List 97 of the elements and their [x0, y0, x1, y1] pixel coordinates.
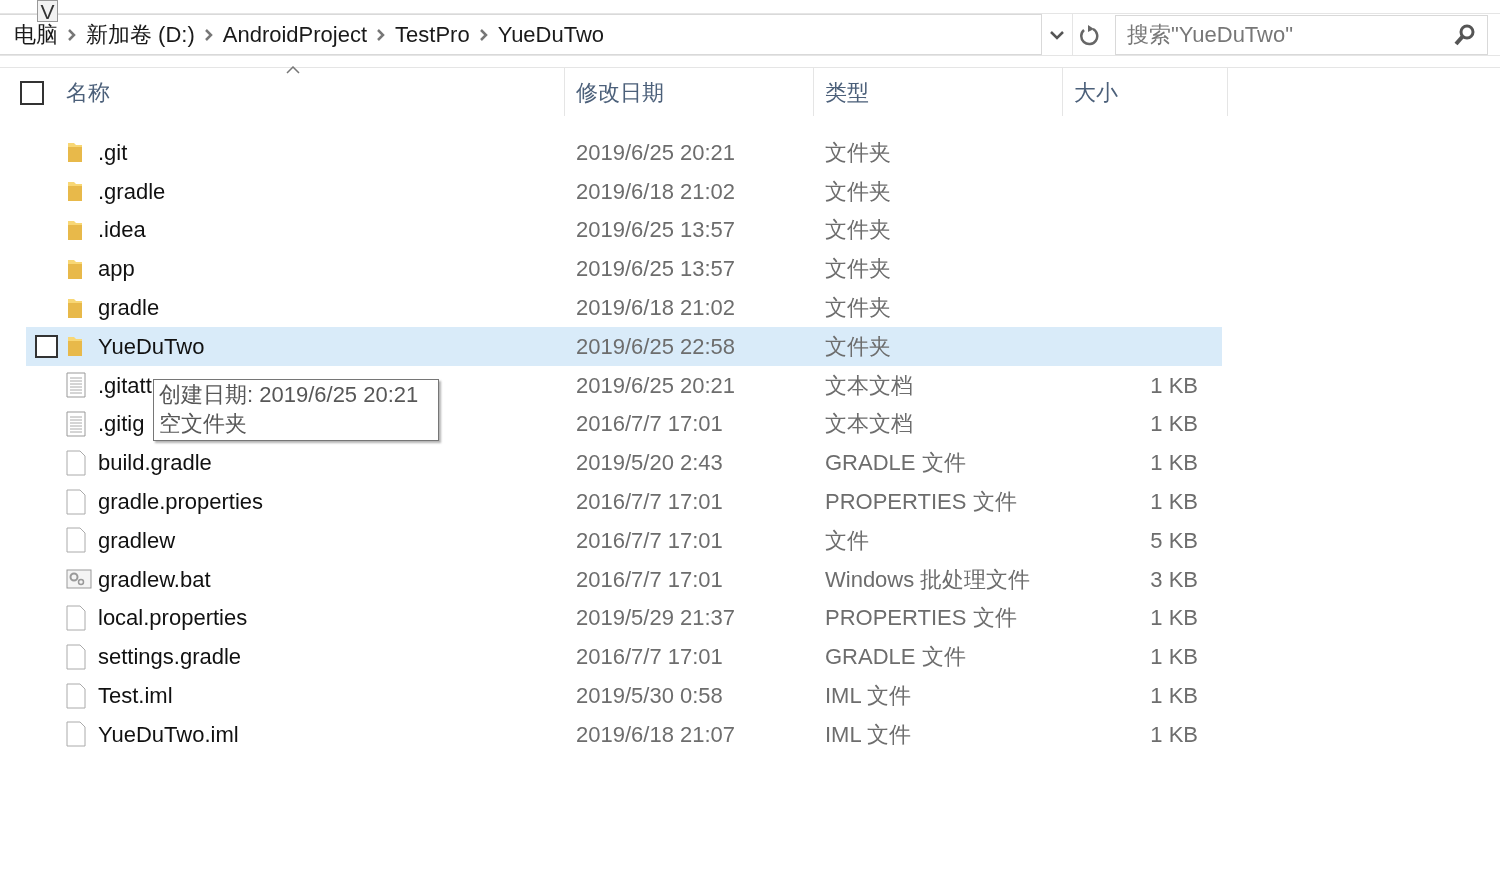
file-name[interactable]: Test.iml — [98, 683, 173, 709]
file-name[interactable]: build.gradle — [98, 450, 212, 476]
file-name[interactable]: .git — [98, 139, 128, 165]
tooltip: 创建日期: 2019/6/25 20:21 空文件夹 — [153, 379, 439, 441]
file-name[interactable]: gradlew — [98, 527, 176, 553]
file-name[interactable]: app — [98, 256, 135, 282]
folder-icon — [66, 257, 84, 280]
selected-row[interactable]: YueDuTwo 2019/6/25 22:58 文件夹 — [26, 327, 1222, 366]
modified-date: 2016/7/7 17:01 — [576, 489, 723, 515]
file-icon — [66, 449, 86, 476]
modified-date: 2019/6/18 21:07 — [576, 721, 736, 747]
file-icon — [66, 721, 86, 748]
file-size: 3 KB — [1150, 566, 1198, 592]
search-field[interactable]: 搜索"YueDuTwo" — [1115, 14, 1488, 55]
modified-date: 2019/5/29 21:37 — [576, 605, 736, 631]
modified-date: 2016/7/7 17:01 — [576, 527, 723, 553]
chevron-right-icon — [377, 28, 386, 41]
breadcrumb-item[interactable]: TestPro — [395, 18, 470, 51]
file-icon — [66, 488, 86, 515]
folder-icon — [66, 141, 84, 164]
column-header[interactable]: 大小 — [1074, 75, 1118, 109]
file-name[interactable]: .gradle — [98, 178, 166, 204]
select-all-checkbox[interactable] — [20, 81, 44, 105]
file-icon — [66, 527, 86, 554]
file-type: GRADLE 文件 — [825, 644, 966, 670]
file-type: IML 文件 — [825, 683, 911, 709]
file-name[interactable]: .idea — [98, 217, 146, 243]
file-icon — [66, 643, 86, 670]
search-input: 搜索"YueDuTwo" — [1127, 18, 1454, 51]
text-document-icon — [66, 372, 86, 399]
modified-date: 2019/5/30 0:58 — [576, 683, 723, 709]
text-document-icon — [66, 410, 86, 437]
file-size: 1 KB — [1150, 644, 1198, 670]
file-type: 文本文档 — [825, 411, 913, 437]
file-type: 文件 — [825, 527, 869, 553]
modified-date: 2019/6/25 13:57 — [576, 217, 736, 243]
file-size: 1 KB — [1150, 411, 1198, 437]
gear-window-icon — [66, 569, 92, 590]
modified-date: 2019/6/25 20:21 — [576, 139, 736, 165]
modified-date: 2016/7/7 17:01 — [576, 644, 723, 670]
refresh-icon — [1078, 23, 1099, 46]
file-type: IML 文件 — [825, 721, 911, 747]
column-header[interactable]: 修改日期 — [576, 75, 664, 109]
file-name[interactable]: gradle — [98, 295, 160, 321]
file-name[interactable]: .gitatt — [98, 372, 152, 398]
file-size: 1 KB — [1150, 605, 1198, 631]
file-type: GRADLE 文件 — [825, 450, 966, 476]
folder-icon — [66, 180, 84, 203]
modified-date: 2019/6/18 21:02 — [576, 295, 736, 321]
file-type: 文本文档 — [825, 372, 913, 398]
breadcrumb-item[interactable]: YueDuTwo — [497, 18, 605, 51]
file-type: 文件夹 — [825, 256, 891, 282]
key-tip-tooltip: V — [37, 0, 58, 22]
column-header[interactable]: 名称 — [66, 75, 110, 109]
file-type: Windows 批处理文件 — [825, 566, 1031, 592]
file-name[interactable]: YueDuTwo — [98, 333, 205, 359]
file-size: 1 KB — [1150, 489, 1198, 515]
breadcrumb-item[interactable]: AndroidProject — [222, 18, 368, 51]
file-type: 文件夹 — [825, 139, 891, 165]
file-type: PROPERTIES 文件 — [825, 489, 1017, 515]
chevron-right-icon — [479, 28, 488, 41]
folder-icon — [66, 219, 84, 241]
file-name[interactable]: local.properties — [98, 605, 248, 631]
file-icon — [66, 604, 86, 631]
file-size: 5 KB — [1150, 527, 1198, 553]
file-size: 1 KB — [1150, 450, 1198, 476]
file-type: 文件夹 — [825, 217, 891, 243]
modified-date: 2019/6/25 13:57 — [576, 256, 736, 282]
file-type: 文件夹 — [825, 295, 891, 321]
modified-date: 2019/6/18 21:02 — [576, 178, 736, 204]
row-checkbox[interactable] — [34, 334, 58, 358]
file-name[interactable]: gradle.properties — [98, 489, 264, 515]
file-size: 1 KB — [1150, 721, 1198, 747]
file-name[interactable]: settings.gradle — [98, 644, 242, 670]
file-icon — [66, 682, 86, 709]
file-name[interactable]: gradlew.bat — [98, 566, 211, 592]
modified-date: 2016/7/7 17:01 — [576, 411, 723, 437]
modified-date: 2019/6/25 20:21 — [576, 372, 736, 398]
modified-date: 2019/5/20 2:43 — [576, 450, 723, 476]
column-header[interactable]: 类型 — [825, 75, 869, 109]
chevron-right-icon — [68, 28, 76, 41]
file-type: 文件夹 — [825, 333, 891, 359]
breadcrumb-item[interactable]: 新加卷 (D:) — [86, 18, 195, 51]
file-type: 文件夹 — [825, 178, 891, 204]
file-size: 1 KB — [1150, 372, 1198, 398]
modified-date: 2016/7/7 17:01 — [576, 566, 723, 592]
folder-icon — [66, 296, 84, 319]
file-name[interactable]: .gitig — [98, 411, 145, 437]
folder-icon — [66, 335, 84, 358]
search-icon — [1454, 23, 1476, 46]
modified-date: 2019/6/25 22:58 — [576, 333, 736, 359]
sort-ascending-icon — [286, 66, 300, 74]
file-size: 1 KB — [1150, 683, 1198, 709]
chevron-down-icon — [1049, 29, 1065, 40]
file-name[interactable]: YueDuTwo.iml — [98, 721, 239, 747]
file-type: PROPERTIES 文件 — [825, 605, 1017, 631]
chevron-right-icon — [204, 28, 213, 41]
